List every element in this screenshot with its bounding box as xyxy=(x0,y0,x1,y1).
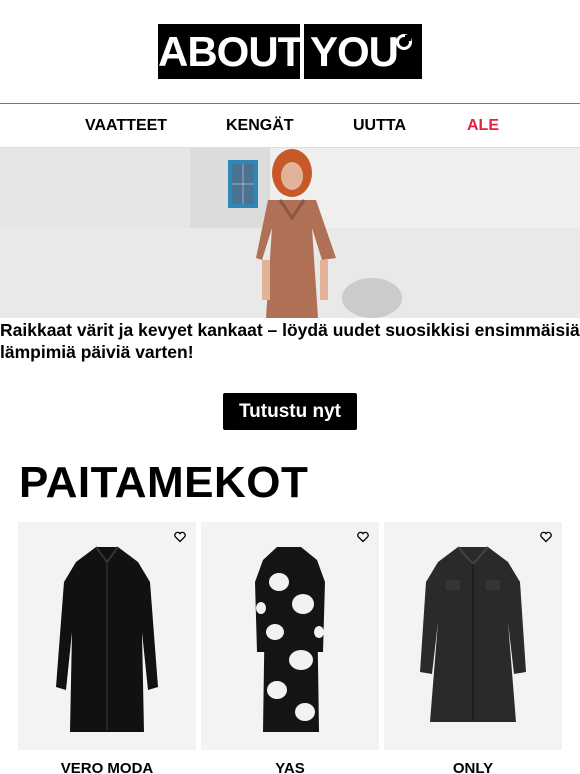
main-nav: VAATTEET KENGÄT UUTTA ALE xyxy=(0,103,580,148)
product-brand[interactable]: YAS xyxy=(201,760,379,774)
explore-button[interactable]: Tutustu nyt xyxy=(223,393,357,430)
product-card[interactable] xyxy=(201,522,379,750)
product-image xyxy=(56,546,158,732)
header: ABOUT YOU xyxy=(0,0,580,104)
nav-item-ale[interactable]: ALE xyxy=(467,117,499,135)
product-card[interactable] xyxy=(384,522,562,750)
product-image xyxy=(255,547,325,732)
brand-logo[interactable]: ABOUT YOU xyxy=(158,24,422,79)
nav-item-kengat[interactable]: KENGÄT xyxy=(226,117,294,135)
section-title: PAITAMEKOT xyxy=(19,458,309,507)
logo-about-text: ABOUT xyxy=(158,24,303,79)
product-brand[interactable]: VERO MODA xyxy=(18,760,196,774)
heart-icon[interactable] xyxy=(174,531,186,543)
nav-item-uutta[interactable]: UUTTA xyxy=(353,117,406,135)
product-image xyxy=(420,546,526,722)
hero-text: Raikkaat värit ja kevyet kankaat – löydä… xyxy=(0,320,580,362)
heart-icon[interactable] xyxy=(540,531,552,543)
product-brand[interactable]: ONLY xyxy=(384,760,562,774)
product-card[interactable] xyxy=(18,522,196,750)
logo-mark-icon xyxy=(396,34,412,50)
heart-icon[interactable] xyxy=(357,531,369,543)
nav-item-vaatteet[interactable]: VAATTEET xyxy=(85,117,167,135)
logo-you-text: YOU xyxy=(304,24,422,79)
hero-image[interactable] xyxy=(0,148,580,318)
